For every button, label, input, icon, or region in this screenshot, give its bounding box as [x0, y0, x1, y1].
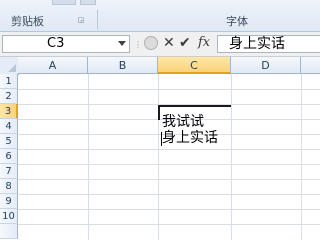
row-header-10[interactable]: 10 [0, 209, 18, 224]
grid-line [158, 74, 159, 240]
row-header-7[interactable]: 7 [0, 164, 18, 179]
splitter-handle-icon[interactable]: ⋮ [134, 40, 143, 49]
dialog-launcher-icon[interactable]: ◲ [77, 16, 85, 24]
row-header-5[interactable]: 5 [0, 134, 18, 149]
column-header-d[interactable]: D [231, 57, 301, 74]
row-header-6[interactable]: 6 [0, 149, 18, 164]
name-box-value: C3 [47, 36, 65, 51]
grid-line [18, 89, 320, 90]
select-all-button[interactable] [0, 57, 19, 75]
formula-bar-button[interactable] [144, 36, 158, 50]
grid-line [18, 194, 320, 195]
clipboard-group-label: 剪贴板 [11, 15, 44, 28]
row-header-2[interactable]: 2 [0, 89, 18, 104]
column-header-e-partial[interactable] [301, 57, 320, 74]
grid-line [301, 74, 302, 240]
column-header-c[interactable]: C [158, 57, 231, 74]
row-header-4[interactable]: 4 [0, 119, 18, 134]
name-box[interactable]: C3 [2, 35, 130, 53]
enter-check-icon[interactable]: ✔ [179, 35, 191, 51]
grid-line [88, 74, 89, 240]
group-separator [97, 10, 98, 29]
grid-line [18, 224, 320, 225]
grid-line [18, 179, 320, 180]
select-all-triangle-icon [8, 64, 16, 72]
formula-input[interactable]: 身上实话 [217, 35, 320, 53]
grid-line [18, 164, 320, 165]
cell-c3-line-2: 身上实话 [162, 130, 218, 146]
ribbon: 剪贴板 ◲ 字体 [0, 0, 320, 32]
grid-line [231, 74, 232, 240]
formula-bar: C3 ⋮ ✕ ✔ fx 身上实话 [0, 32, 320, 57]
cancel-icon[interactable]: ✕ [163, 35, 175, 51]
formula-input-value: 身上实话 [229, 36, 285, 52]
row-header-9[interactable]: 9 [0, 194, 18, 209]
font-group-label: 字体 [226, 15, 248, 28]
row-header-11[interactable] [0, 224, 18, 239]
row-header-3[interactable]: 3 [0, 104, 18, 119]
column-header-a[interactable]: A [18, 57, 88, 74]
row-header-8[interactable]: 8 [0, 179, 18, 194]
row-header-1[interactable]: 1 [0, 74, 18, 89]
text-cursor [161, 132, 162, 146]
cell-c3-line-1: 我试试 [162, 114, 204, 130]
grid-line [18, 209, 320, 210]
ribbon-partial-button[interactable] [52, 0, 76, 5]
column-header-b[interactable]: B [88, 57, 158, 74]
spreadsheet-grid[interactable]: A B C D 1 2 3 4 5 6 7 8 9 10 我试试 身上实话 [0, 57, 320, 240]
ribbon-top-strip [0, 0, 320, 10]
grid-line [18, 149, 320, 150]
insert-function-icon[interactable]: fx [198, 35, 210, 51]
ribbon-partial-button-2[interactable] [80, 0, 96, 5]
chevron-down-icon[interactable] [118, 41, 126, 46]
